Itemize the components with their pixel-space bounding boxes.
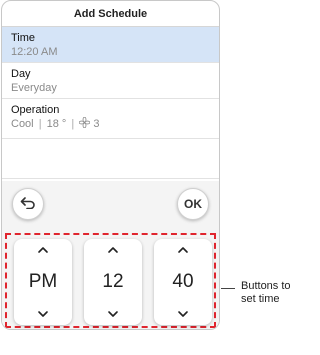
day-value: Everyday	[11, 82, 57, 94]
return-arrow-icon	[20, 196, 36, 212]
separator: |	[38, 118, 42, 130]
hour-up-button[interactable]	[84, 239, 142, 261]
time-value: 12:20 AM	[11, 46, 58, 58]
operation-temp: 18 °	[46, 118, 67, 130]
hour-down-button[interactable]	[84, 303, 142, 325]
schedule-panel: Add Schedule Time 12:20 AM Day Everyday …	[1, 0, 220, 330]
callout-line	[221, 288, 235, 289]
operation-title: Operation	[11, 104, 60, 116]
page-title: Add Schedule	[2, 1, 219, 27]
hour-value: 12	[102, 271, 124, 292]
callout-line1: Buttons to	[241, 280, 291, 292]
ok-button[interactable]: OK	[177, 188, 209, 220]
empty-list-area	[2, 139, 219, 179]
ampm-value: PM	[28, 271, 58, 292]
minute-picker: 40	[154, 239, 212, 325]
operation-mode: Cool	[11, 118, 34, 130]
time-title: Time	[11, 32, 36, 44]
time-picker: PM 12 40	[2, 227, 219, 329]
operation-row[interactable]: Operation Cool | 18 ° | 3	[2, 99, 219, 139]
operation-value: Cool | 18 ° | 3	[11, 116, 210, 132]
action-bar: OK	[2, 181, 219, 227]
minute-up-button[interactable]	[154, 239, 212, 261]
back-button[interactable]	[12, 188, 44, 220]
minute-down-button[interactable]	[154, 303, 212, 325]
ampm-up-button[interactable]	[14, 239, 72, 261]
time-row[interactable]: Time 12:20 AM	[2, 27, 219, 63]
separator: |	[71, 118, 75, 130]
day-title: Day	[11, 68, 31, 80]
ampm-picker: PM	[14, 239, 72, 325]
hour-picker: 12	[84, 239, 142, 325]
operation-fan-speed: 3	[93, 118, 100, 130]
minute-value: 40	[172, 271, 194, 292]
fan-icon	[79, 116, 91, 132]
day-row[interactable]: Day Everyday	[2, 63, 219, 99]
callout-line2: set time	[241, 293, 280, 305]
ampm-down-button[interactable]	[14, 303, 72, 325]
callout-label: Buttons to set time	[241, 280, 305, 306]
